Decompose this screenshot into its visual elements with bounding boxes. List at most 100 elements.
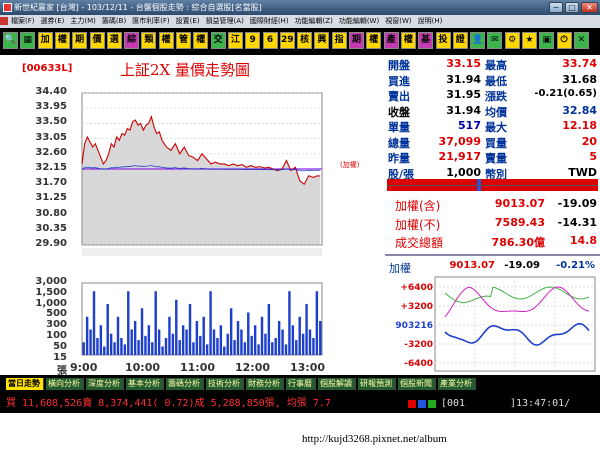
- toolbar-button[interactable]: 期: [72, 32, 88, 49]
- menu-item[interactable]: 視窗(W): [382, 15, 414, 28]
- toolbar-button[interactable]: 興: [314, 32, 330, 49]
- volume-bar: [267, 304, 271, 355]
- volume-bar: [229, 308, 233, 355]
- toolbar-button[interactable]: 交: [210, 32, 226, 49]
- tab-analysis[interactable]: 行事曆: [286, 378, 316, 390]
- volume-bar: [301, 333, 305, 355]
- price-y-tick: 33.95: [35, 101, 67, 113]
- maximize-button[interactable]: □: [565, 2, 579, 13]
- toolbar-button[interactable]: 6: [262, 32, 278, 49]
- index-change: -19.09: [557, 197, 597, 210]
- mail-icon[interactable]: ✉: [487, 32, 503, 49]
- minimize-button[interactable]: −: [549, 2, 563, 13]
- status-bar: 買 11,608,526賣 8,374,441( 0.72)成 5,288,85…: [0, 395, 600, 413]
- toolbar-button[interactable]: 價: [89, 32, 105, 49]
- tab-analysis[interactable]: 籌碼分析: [166, 378, 204, 390]
- quote-value: 32.84: [562, 103, 597, 117]
- toolbar-button[interactable]: 權: [366, 32, 382, 49]
- volume-bar: [312, 338, 315, 355]
- mini-plot-frame: [434, 276, 596, 372]
- menu-item[interactable]: 功能編輯(W): [336, 15, 382, 28]
- volume-bar: [161, 346, 164, 355]
- trade-summary-text: 買 11,608,526賣 8,374,441( 0.72)成 5,288,85…: [6, 398, 331, 409]
- volume-bar: [295, 340, 298, 355]
- menu-item[interactable]: 損益管理(A): [203, 15, 247, 28]
- star-icon[interactable]: ★: [522, 32, 537, 49]
- price-y-tick: 30.35: [35, 222, 67, 234]
- volume-bar: [120, 338, 123, 355]
- menu-item[interactable]: 功能編輯(Z): [292, 15, 336, 28]
- toolbar-button[interactable]: 產: [383, 32, 399, 49]
- tab-analysis[interactable]: 個股解讀: [318, 378, 356, 390]
- toolbar-button[interactable]: 選: [106, 32, 122, 49]
- tab-analysis[interactable]: 基本分析: [126, 378, 164, 390]
- quote-value: 33.15: [446, 57, 481, 70]
- menu-item[interactable]: 匯市利率(F): [129, 15, 173, 28]
- toolbar-button[interactable]: 期: [349, 32, 364, 49]
- window-title: 新世紀贏家 [台灣] - 103/12/11 - 台盤個股走勢 : 綜合自選股[…: [14, 3, 262, 12]
- toolbar-button[interactable]: 基: [418, 32, 434, 49]
- menu-item[interactable]: 選券(E): [38, 15, 68, 28]
- volume-bar: [315, 291, 319, 355]
- volume-bar: [223, 346, 226, 355]
- toolbar-button[interactable]: 29: [279, 32, 295, 49]
- volume-bar: [236, 321, 240, 355]
- volume-bar: [205, 344, 209, 355]
- quote-panel: 開盤 33.15 最高 33.74 買進 31.94 最低 31.68 賣出 31.95 漲跌 -0.…: [385, 55, 600, 375]
- volume-bar: [130, 329, 133, 355]
- index-change: 14.8: [569, 234, 597, 247]
- toolbar-button[interactable]: 權: [54, 32, 70, 49]
- menu-item[interactable]: 國際財經(H): [247, 15, 292, 28]
- app-logo-icon: [3, 3, 12, 12]
- close-icon[interactable]: ✕: [573, 32, 589, 49]
- tab-analysis[interactable]: 深度分析: [86, 378, 124, 390]
- quote-label: 收盤: [388, 105, 410, 119]
- user-icon[interactable]: 👤: [470, 32, 486, 49]
- toolbar-button[interactable]: 權: [193, 32, 209, 49]
- grid-icon[interactable]: ▦: [20, 32, 36, 49]
- toolbar-button[interactable]: 綜: [124, 32, 140, 49]
- toolbar-button[interactable]: 指: [331, 32, 347, 49]
- tab-analysis[interactable]: 橫向分析: [46, 378, 84, 390]
- volume-y-tick: 1,000: [35, 297, 67, 309]
- quote-label: 最低: [485, 74, 507, 88]
- menu-app-icon[interactable]: [0, 17, 8, 25]
- menu-item[interactable]: 說明(H): [415, 15, 446, 28]
- tab-analysis[interactable]: 研報預測: [358, 378, 396, 390]
- volume-bar: [226, 333, 229, 355]
- volume-bar: [284, 344, 288, 355]
- close-button[interactable]: ✕: [581, 2, 598, 13]
- index-label: 成交總額: [395, 236, 444, 250]
- tab-analysis[interactable]: 產業分析: [438, 378, 476, 390]
- power-icon[interactable]: ⏻: [556, 32, 572, 49]
- toolbar-button[interactable]: 核: [297, 32, 313, 49]
- window-icon[interactable]: ▣: [539, 32, 555, 49]
- toolbar-button[interactable]: 9: [245, 32, 261, 49]
- tab-analysis[interactable]: 當日走勢: [6, 378, 44, 390]
- time-axis-tick: 9:00: [70, 361, 98, 374]
- tab-analysis[interactable]: 技術分析: [206, 378, 244, 390]
- toolbar-button[interactable]: 管: [176, 32, 191, 49]
- toolbar-button[interactable]: 江: [227, 32, 243, 49]
- search-icon[interactable]: 🔍: [3, 32, 18, 49]
- toolbar-button[interactable]: 加: [37, 32, 53, 49]
- menu-item[interactable]: 籌碼(B): [99, 15, 129, 28]
- toolbar-button[interactable]: 權: [400, 32, 416, 49]
- toolbar-button[interactable]: 權: [158, 32, 174, 49]
- toolbar-button[interactable]: 投: [435, 32, 451, 49]
- quote-value: 517: [458, 119, 481, 132]
- menu-item[interactable]: 檔案(F): [8, 15, 38, 28]
- toolbar-button[interactable]: 證: [452, 32, 468, 49]
- menu-item[interactable]: 主力(M): [67, 15, 99, 28]
- window-titlebar[interactable]: 新世紀贏家 [台灣] - 103/12/11 - 台盤個股走勢 : 綜合自選股[…: [0, 0, 600, 15]
- tab-analysis[interactable]: 財務分析: [246, 378, 284, 390]
- volume-bar: [281, 329, 284, 355]
- volume-bar: [260, 316, 264, 355]
- menu-item[interactable]: 設置(E): [173, 15, 203, 28]
- volume-y-tick: 15: [53, 351, 67, 363]
- gear-icon[interactable]: ⚙: [504, 32, 520, 49]
- quote-label: 單量: [388, 121, 410, 134]
- volume-bar: [212, 329, 216, 355]
- toolbar-button[interactable]: 類: [141, 32, 157, 49]
- tab-analysis[interactable]: 個股新聞: [398, 378, 436, 390]
